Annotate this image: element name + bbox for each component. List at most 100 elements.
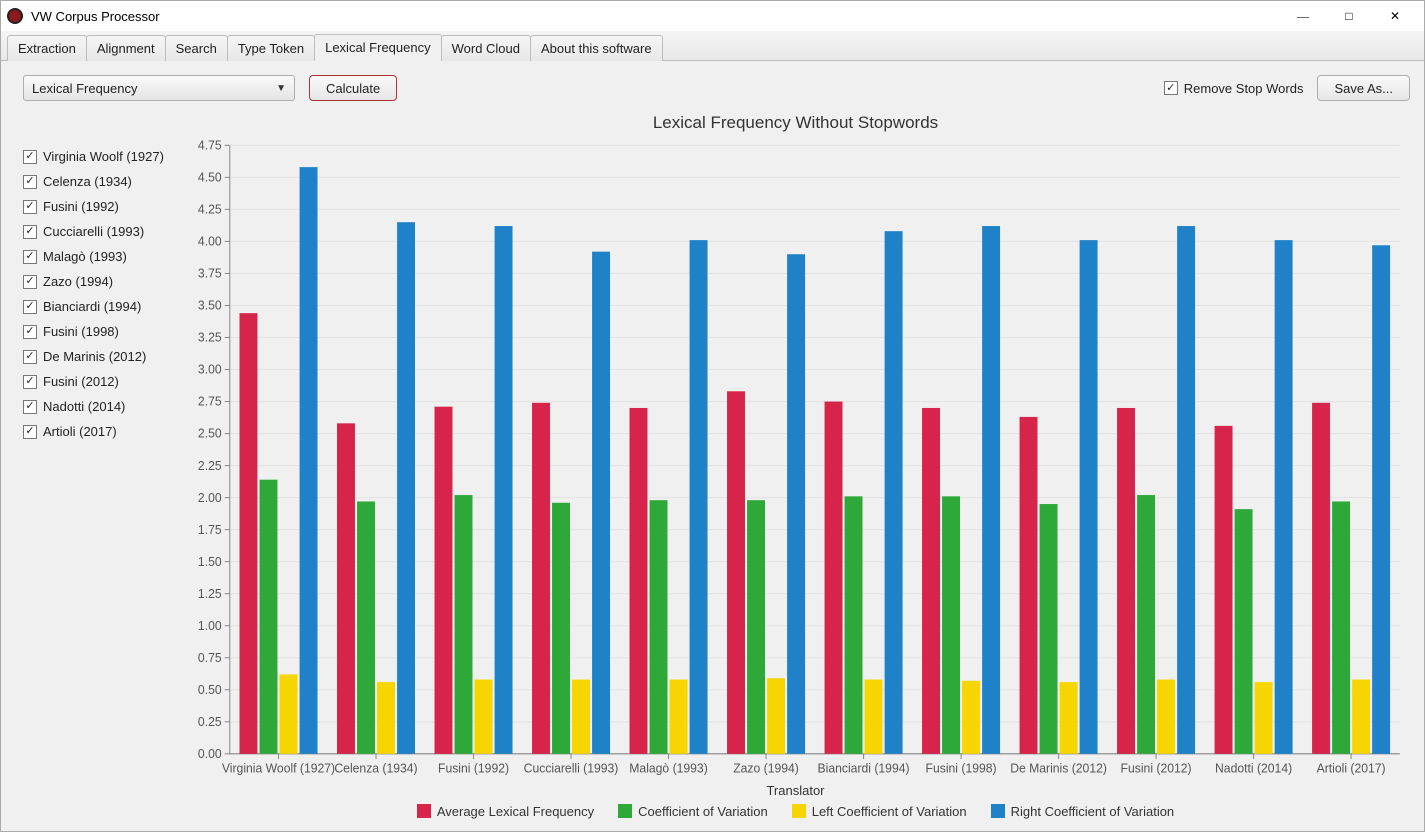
svg-text:Bianciardi (1994): Bianciardi (1994) — [818, 761, 910, 775]
svg-text:Fusini (2012): Fusini (2012) — [1121, 761, 1192, 775]
svg-text:Fusini (1998): Fusini (1998) — [926, 761, 997, 775]
svg-text:2.50: 2.50 — [198, 427, 222, 441]
svg-text:1.50: 1.50 — [198, 555, 222, 569]
tab-alignment[interactable]: Alignment — [86, 35, 166, 61]
translator-label: Bianciardi (1994) — [43, 299, 141, 314]
translator-checkbox[interactable]: Zazo (1994) — [23, 274, 181, 289]
translator-checkbox[interactable]: Fusini (2012) — [23, 374, 181, 389]
checkbox-icon — [23, 275, 37, 289]
calculate-button[interactable]: Calculate — [309, 75, 397, 101]
translator-label: Fusini (1992) — [43, 199, 119, 214]
remove-stopwords-label: Remove Stop Words — [1184, 81, 1304, 96]
checkbox-icon — [23, 400, 37, 414]
svg-text:3.00: 3.00 — [198, 363, 222, 377]
svg-text:2.25: 2.25 — [198, 459, 222, 473]
checkbox-icon — [23, 175, 37, 189]
translator-label: Fusini (2012) — [43, 374, 119, 389]
chart-svg: 0.000.250.500.751.001.251.501.752.002.25… — [181, 137, 1410, 783]
translator-checkbox[interactable]: Bianciardi (1994) — [23, 299, 181, 314]
svg-text:Zazo (1994): Zazo (1994) — [733, 761, 799, 775]
chart-panel: Lexical Frequency Without Stopwords 0.00… — [181, 101, 1424, 831]
checkbox-icon — [23, 425, 37, 439]
tab-word-cloud[interactable]: Word Cloud — [441, 35, 531, 61]
svg-text:1.25: 1.25 — [198, 587, 222, 601]
svg-text:Virginia Woolf (1927): Virginia Woolf (1927) — [222, 761, 335, 775]
translator-checkbox[interactable]: Virginia Woolf (1927) — [23, 149, 181, 164]
translator-checkbox[interactable]: Fusini (1998) — [23, 324, 181, 339]
translator-checkbox[interactable]: Cucciarelli (1993) — [23, 224, 181, 239]
translator-label: Celenza (1934) — [43, 174, 132, 189]
svg-text:1.00: 1.00 — [198, 619, 222, 633]
checkbox-icon — [23, 325, 37, 339]
checkbox-icon — [23, 225, 37, 239]
svg-text:1.75: 1.75 — [198, 523, 222, 537]
svg-text:4.75: 4.75 — [198, 138, 222, 152]
svg-text:Nadotti (2014): Nadotti (2014) — [1215, 761, 1292, 775]
translator-checkbox[interactable]: Nadotti (2014) — [23, 399, 181, 414]
window-maximize-button[interactable]: □ — [1326, 1, 1372, 31]
translator-label: Zazo (1994) — [43, 274, 113, 289]
svg-text:De Marinis (2012): De Marinis (2012) — [1010, 761, 1107, 775]
translator-checkbox[interactable]: Malagò (1993) — [23, 249, 181, 264]
svg-text:Celenza (1934): Celenza (1934) — [334, 761, 417, 775]
svg-text:0.50: 0.50 — [198, 683, 222, 697]
window-close-button[interactable]: ✕ — [1372, 1, 1418, 31]
svg-text:4.00: 4.00 — [198, 234, 222, 248]
legend-item[interactable]: Left Coefficient of Variation — [792, 804, 967, 819]
svg-text:4.25: 4.25 — [198, 202, 222, 216]
tab-type-token[interactable]: Type Token — [227, 35, 315, 61]
checkbox-icon — [1164, 81, 1178, 95]
tab-about-this-software[interactable]: About this software — [530, 35, 663, 61]
svg-text:2.75: 2.75 — [198, 395, 222, 409]
translator-label: Fusini (1998) — [43, 324, 119, 339]
chevron-down-icon: ▼ — [276, 83, 286, 94]
window-minimize-button[interactable]: — — [1280, 1, 1326, 31]
remove-stopwords-checkbox[interactable]: Remove Stop Words — [1164, 81, 1304, 96]
svg-text:0.00: 0.00 — [198, 747, 222, 761]
translator-checkbox[interactable]: De Marinis (2012) — [23, 349, 181, 364]
svg-text:3.50: 3.50 — [198, 298, 222, 312]
chart-plot: 0.000.250.500.751.001.251.501.752.002.25… — [181, 137, 1410, 783]
save-as-button[interactable]: Save As... — [1317, 75, 1410, 101]
svg-text:3.75: 3.75 — [198, 266, 222, 280]
tab-search[interactable]: Search — [165, 35, 228, 61]
translator-label: Cucciarelli (1993) — [43, 224, 144, 239]
translator-label: Virginia Woolf (1927) — [43, 149, 164, 164]
checkbox-icon — [23, 150, 37, 164]
translator-checkbox[interactable]: Celenza (1934) — [23, 174, 181, 189]
translator-checkbox[interactable]: Fusini (1992) — [23, 199, 181, 214]
tab-extraction[interactable]: Extraction — [7, 35, 87, 61]
app-title: VW Corpus Processor — [31, 9, 1280, 24]
tab-strip: ExtractionAlignmentSearchType TokenLexic… — [1, 31, 1424, 61]
legend-item[interactable]: Average Lexical Frequency — [417, 804, 594, 819]
legend-item[interactable]: Right Coefficient of Variation — [991, 804, 1175, 819]
translator-list: Virginia Woolf (1927) Celenza (1934) Fusin… — [1, 101, 181, 831]
legend-swatch — [991, 804, 1005, 818]
translator-checkbox[interactable]: Artioli (2017) — [23, 424, 181, 439]
svg-text:2.00: 2.00 — [198, 491, 222, 505]
svg-text:Fusini (1992): Fusini (1992) — [438, 761, 509, 775]
x-axis-label: Translator — [181, 783, 1410, 798]
checkbox-icon — [23, 350, 37, 364]
legend-item[interactable]: Coefficient of Variation — [618, 804, 768, 819]
toolbar: Lexical Frequency ▼ Calculate Remove Sto… — [1, 61, 1424, 101]
translator-label: Artioli (2017) — [43, 424, 117, 439]
translator-label: Malagò (1993) — [43, 249, 127, 264]
metric-combo[interactable]: Lexical Frequency ▼ — [23, 75, 295, 101]
checkbox-icon — [23, 375, 37, 389]
translator-label: Nadotti (2014) — [43, 399, 125, 414]
checkbox-icon — [23, 300, 37, 314]
tab-lexical-frequency[interactable]: Lexical Frequency — [314, 34, 442, 61]
svg-text:3.25: 3.25 — [198, 331, 222, 345]
legend-swatch — [792, 804, 806, 818]
svg-text:Cucciarelli (1993): Cucciarelli (1993) — [524, 761, 619, 775]
svg-text:0.75: 0.75 — [198, 651, 222, 665]
checkbox-icon — [23, 200, 37, 214]
translator-label: De Marinis (2012) — [43, 349, 146, 364]
legend-swatch — [417, 804, 431, 818]
chart-legend: Average Lexical Frequency Coefficient of … — [181, 798, 1410, 823]
checkbox-icon — [23, 250, 37, 264]
metric-combo-value: Lexical Frequency — [32, 81, 138, 96]
chart-title: Lexical Frequency Without Stopwords — [181, 113, 1410, 133]
title-bar: VW Corpus Processor — □ ✕ — [1, 1, 1424, 31]
